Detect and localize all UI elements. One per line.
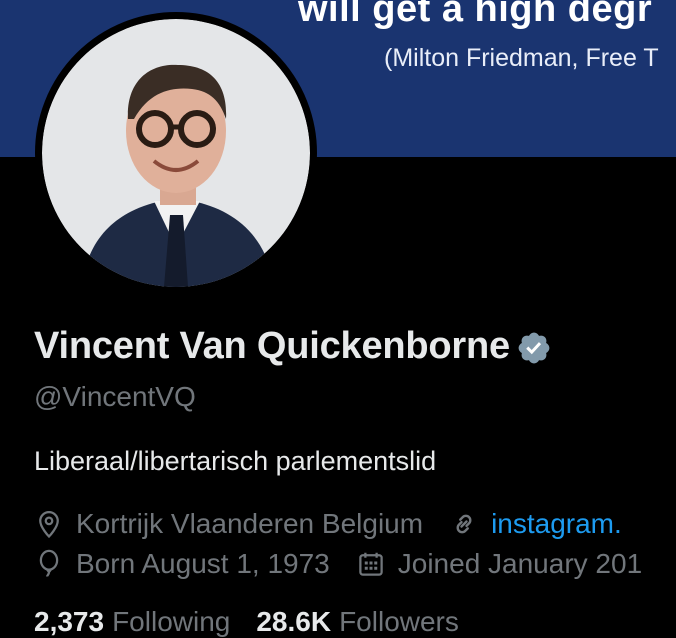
profile-meta-row-2: Born August 1, 1973 Joined January 201 — [34, 548, 668, 580]
website-link[interactable]: instagram. — [491, 508, 622, 540]
balloon-icon — [39, 549, 59, 577]
website-item[interactable]: instagram. — [449, 508, 622, 540]
user-handle: @VincentVQ — [34, 381, 196, 412]
location-text: Kortrijk Vlaanderen Belgium — [76, 508, 424, 539]
profile-bio: Liberaal/libertarisch parlementslid — [34, 446, 437, 476]
verified-badge-icon[interactable] — [516, 330, 552, 366]
birthday-text: Born August 1, 1973 — [76, 548, 330, 579]
calendar-icon — [359, 552, 383, 576]
location-item: Kortrijk Vlaanderen Belgium — [34, 508, 423, 540]
banner-attribution-text: (Milton Friedman, Free T — [384, 44, 659, 72]
followers-count[interactable]: 28.6K — [256, 606, 331, 637]
followers-label[interactable]: Followers — [339, 606, 459, 637]
follow-stats: 2,373 Following 28.6K Followers — [34, 606, 485, 638]
display-name: Vincent Van Quickenborne — [34, 325, 510, 367]
avatar[interactable] — [35, 12, 317, 294]
birthday-item: Born August 1, 1973 — [34, 548, 330, 580]
banner-quote-text: will get a high degr — [298, 0, 653, 30]
following-label[interactable]: Following — [112, 606, 230, 637]
joined-text: Joined January 201 — [397, 548, 643, 579]
name-row: Vincent Van Quickenborne — [34, 325, 552, 368]
link-icon — [456, 514, 472, 534]
avatar-photo — [42, 19, 310, 287]
location-pin-icon — [39, 511, 59, 539]
joined-item: Joined January 201 — [356, 548, 642, 580]
profile-meta-row-1: Kortrijk Vlaanderen Belgium instagram. — [34, 508, 648, 540]
following-count[interactable]: 2,373 — [34, 606, 104, 637]
